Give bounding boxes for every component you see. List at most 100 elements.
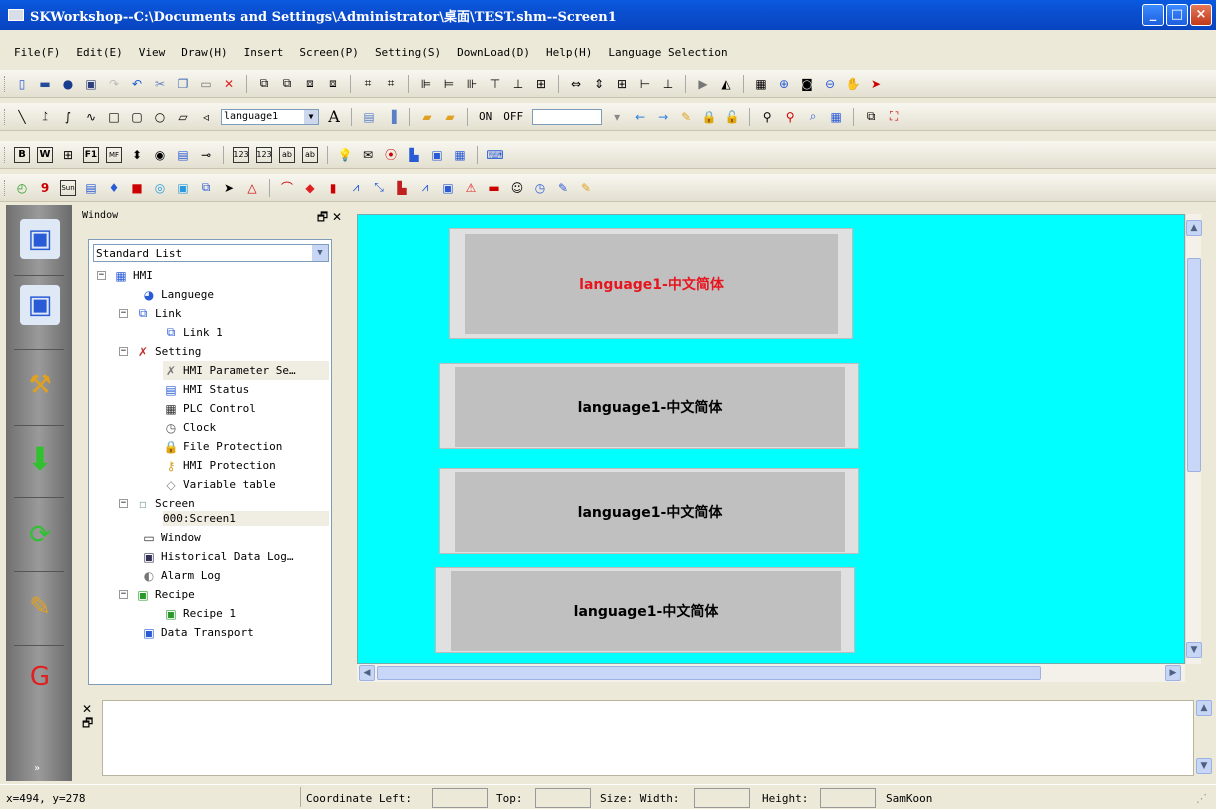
search-icon[interactable]: ⌕: [805, 109, 821, 125]
find-icon[interactable]: ⚲: [759, 109, 775, 125]
hmi-language-button[interactable]: language1-中文简体: [439, 468, 859, 554]
tree-node-hmi-protection[interactable]: ⚷ HMI Protection: [163, 456, 276, 475]
circle-meter-icon[interactable]: ◎: [152, 180, 168, 196]
tree-node-hmi-status[interactable]: ▤ HMI Status: [163, 380, 249, 399]
toolbar-grip[interactable]: [4, 147, 7, 163]
grid-icon[interactable]: ▦: [753, 76, 769, 92]
hmi-language-button[interactable]: language1-中文简体: [439, 363, 859, 449]
list-type-select[interactable]: Standard List ▼: [93, 244, 329, 262]
new-file-icon[interactable]: ▯: [14, 76, 30, 92]
menu-file[interactable]: File(F): [6, 46, 68, 59]
ascii-display-icon[interactable]: ab: [279, 146, 295, 163]
align-middle-icon[interactable]: ⊞: [533, 76, 549, 92]
screen-icon[interactable]: ⛶: [886, 109, 902, 125]
panel-float-close-icon[interactable]: 🗗 ✕: [317, 208, 342, 229]
menu-view[interactable]: View: [131, 46, 174, 59]
tree-node-data-transport[interactable]: ▣ Data Transport: [141, 623, 253, 642]
collapse-icon[interactable]: −: [97, 271, 106, 280]
flip-icon[interactable]: ⌗: [383, 76, 399, 92]
monitor-icon[interactable]: ▣: [20, 285, 60, 325]
refresh-icon[interactable]: ⟳: [20, 515, 60, 555]
unlock-icon[interactable]: 🔓: [724, 109, 740, 125]
collapse-icon[interactable]: −: [119, 347, 128, 356]
arrow-left-icon[interactable]: ←: [632, 109, 648, 125]
list-icon[interactable]: ▤: [175, 147, 191, 163]
operator-icon[interactable]: ☺: [509, 180, 525, 196]
triangle-icon[interactable]: △: [244, 180, 260, 196]
state-dropdown-icon[interactable]: ▾: [609, 109, 625, 125]
tree-node-file-protection[interactable]: 🔒 File Protection: [163, 437, 283, 456]
freeform-icon[interactable]: ∿: [83, 109, 99, 125]
trend-icon[interactable]: ⩘: [348, 180, 364, 196]
rounded-rect-icon[interactable]: ▢: [129, 109, 145, 125]
play-icon[interactable]: ▶: [695, 76, 711, 92]
on-label[interactable]: ON: [477, 110, 494, 123]
state-input[interactable]: [532, 108, 603, 125]
menu-language-selection[interactable]: Language Selection: [600, 46, 735, 59]
align-left-icon[interactable]: ⊫: [418, 76, 434, 92]
date-icon[interactable]: 9: [37, 180, 53, 196]
hammer-icon[interactable]: ⚒: [20, 365, 60, 405]
multi-function-icon[interactable]: MF: [106, 146, 122, 163]
delete-icon[interactable]: ✕: [221, 76, 237, 92]
tree-node-variable-table[interactable]: ◇ Variable table: [163, 475, 275, 494]
align-top-icon[interactable]: ⊤: [487, 76, 503, 92]
tree-node-setting[interactable]: ✗ Setting: [135, 342, 201, 361]
scroll-thumb[interactable]: [1187, 258, 1201, 472]
arrow-right-icon[interactable]: →: [655, 109, 671, 125]
meter-icon[interactable]: ⌒: [279, 180, 295, 196]
menu-download[interactable]: DownLoad(D): [449, 46, 538, 59]
align-right-icon[interactable]: ⊨: [441, 76, 457, 92]
scroll-up-icon[interactable]: ▲: [1186, 220, 1202, 236]
history-trend-icon[interactable]: ⩘: [417, 180, 433, 196]
animation-icon[interactable]: ♦: [106, 180, 122, 196]
pointer-icon[interactable]: ➤: [868, 76, 884, 92]
tree-node-window[interactable]: ▭ Window: [141, 528, 200, 547]
close-button[interactable]: ×: [1190, 4, 1212, 26]
picture-icon[interactable]: ■: [129, 180, 145, 196]
menu-screen[interactable]: Screen(P): [291, 46, 367, 59]
paste-icon[interactable]: ▭: [198, 76, 214, 92]
tree-node-recipe[interactable]: ▣ Recipe: [135, 585, 194, 604]
display-icon[interactable]: ▦: [452, 147, 468, 163]
function-key-icon[interactable]: F1: [83, 146, 99, 163]
h-space-icon[interactable]: ⊢: [637, 76, 653, 92]
find-replace-icon[interactable]: ⚲: [782, 109, 798, 125]
toolbar-grip[interactable]: [4, 180, 7, 196]
move-icon[interactable]: ➤: [221, 180, 237, 196]
rectangle-icon[interactable]: □: [106, 109, 122, 125]
alarm-bar-icon[interactable]: ▬: [486, 180, 502, 196]
zoom-fit-icon[interactable]: ◙: [799, 76, 815, 92]
tree-node-link1[interactable]: ⧉ Link 1: [163, 323, 223, 342]
pie-icon[interactable]: ◆: [302, 180, 318, 196]
frame-icon[interactable]: ▣: [175, 180, 191, 196]
canvas-vertical-scrollbar[interactable]: ▲ ▼: [1185, 214, 1202, 664]
flow-icon[interactable]: ⧉: [198, 180, 214, 196]
import-image-icon[interactable]: ▰: [419, 109, 435, 125]
word-button-icon[interactable]: W: [37, 146, 53, 163]
tree-node-hmi[interactable]: ▦ HMI: [113, 266, 153, 285]
table-icon[interactable]: ▤: [361, 109, 377, 125]
open-icon[interactable]: ●: [60, 76, 76, 92]
screen-canvas[interactable]: language1-中文简体 language1-中文简体 language1-…: [357, 214, 1185, 664]
tree-node-historical-data-log[interactable]: ▣ Historical Data Log…: [141, 547, 293, 566]
output-area[interactable]: [102, 700, 1194, 776]
toolbar-grip[interactable]: [4, 76, 7, 92]
script-icon[interactable]: ✎: [555, 180, 571, 196]
export-image-icon[interactable]: ▰: [442, 109, 458, 125]
mirror-icon[interactable]: ◭: [718, 76, 734, 92]
slider-icon[interactable]: ⊸: [198, 147, 214, 163]
tree-node-screen1[interactable]: 000:Screen1: [163, 511, 329, 526]
tree-node-plc-control[interactable]: ▦ PLC Control: [163, 399, 256, 418]
numeric-display-icon[interactable]: 123: [233, 146, 249, 163]
note-icon[interactable]: ✎: [578, 180, 594, 196]
polyline-icon[interactable]: ⥜: [37, 109, 53, 125]
toolbar-grip[interactable]: [4, 109, 7, 125]
polygon-icon[interactable]: ▱: [175, 109, 191, 125]
same-height-icon[interactable]: ⇕: [591, 76, 607, 92]
data-log-icon[interactable]: ▣: [440, 180, 456, 196]
tree-node-clock[interactable]: ◷ Clock: [163, 418, 216, 437]
screen-button-icon[interactable]: ⊞: [60, 147, 76, 163]
line-icon[interactable]: ╲: [14, 109, 30, 125]
menu-setting[interactable]: Setting(S): [367, 46, 449, 59]
